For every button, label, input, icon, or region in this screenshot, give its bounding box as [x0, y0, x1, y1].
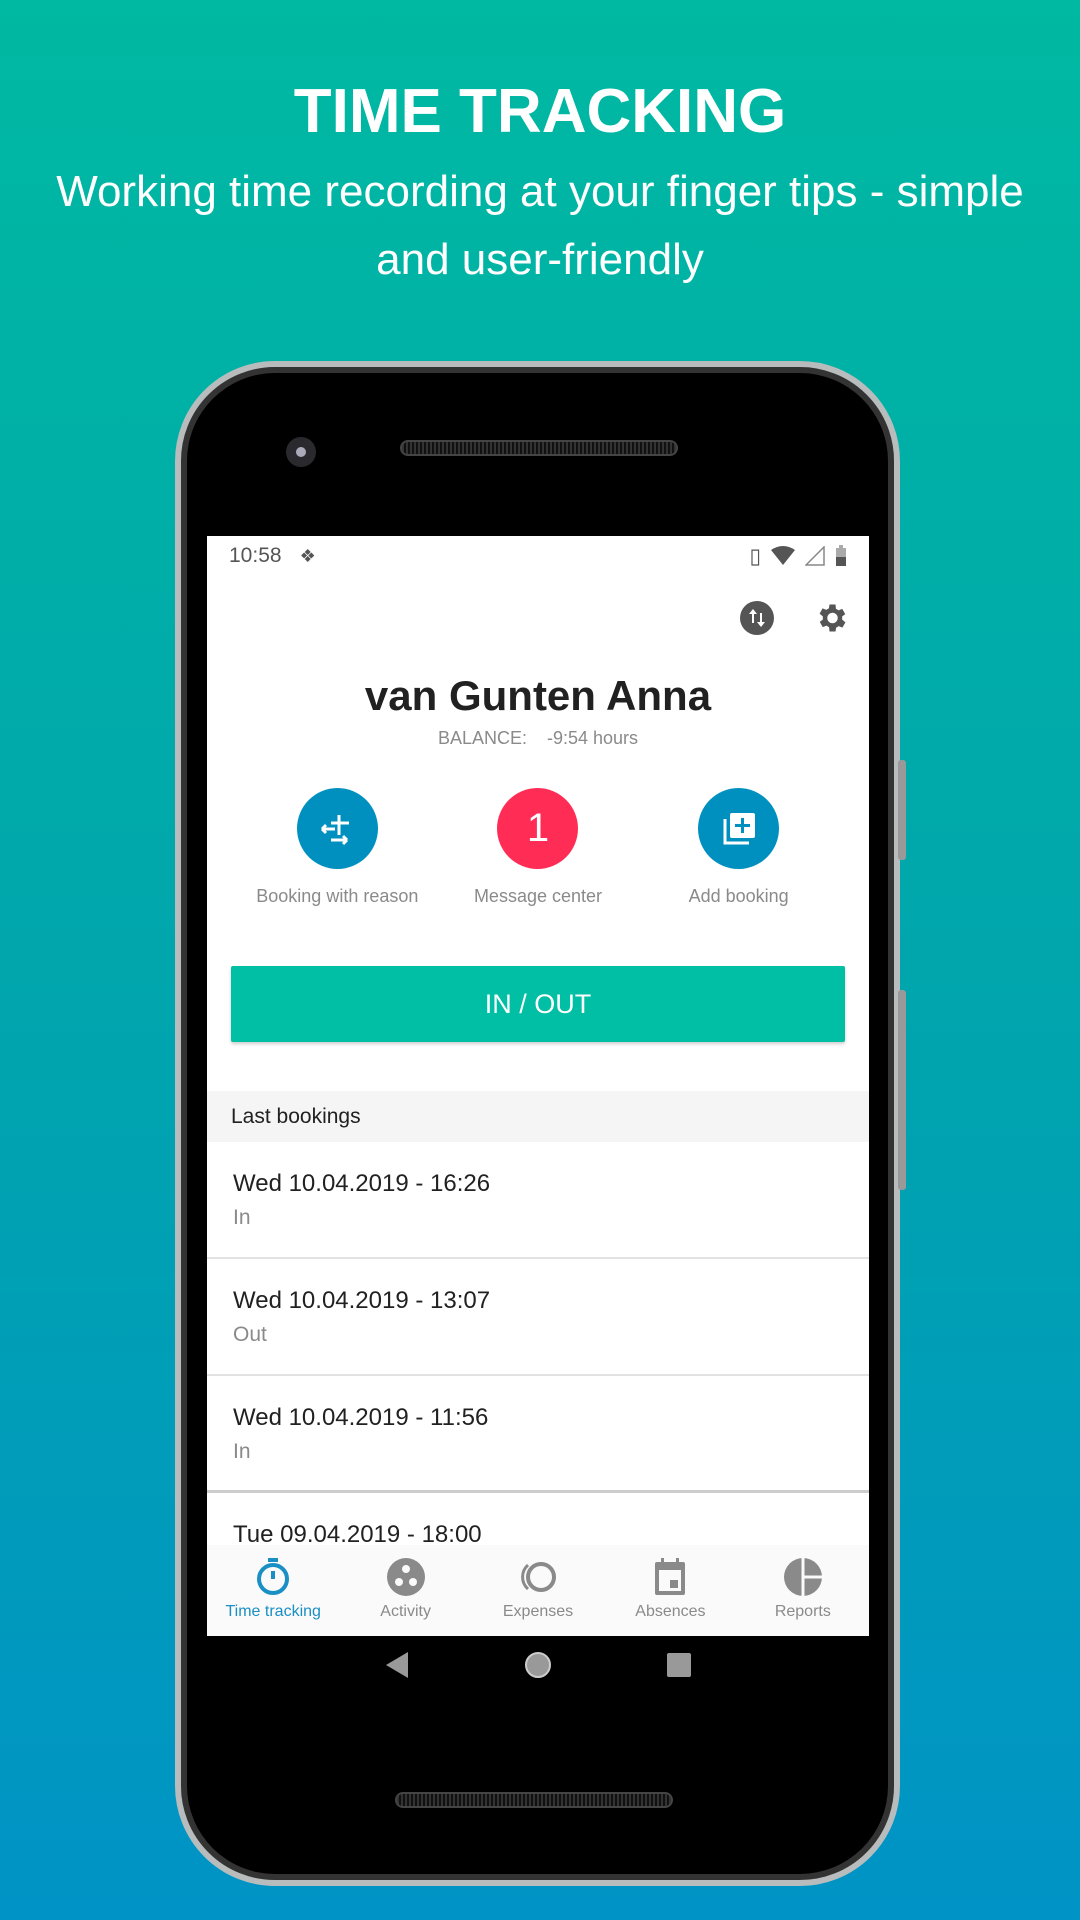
tab-absences[interactable]: Absences	[604, 1545, 736, 1636]
balance: BALANCE: -9:54 hours	[207, 728, 869, 749]
list-item[interactable]: Wed 10.04.2019 - 13:07 Out	[207, 1259, 869, 1376]
booking-type: Out	[233, 1323, 267, 1346]
bottom-nav: Time tracking Activity Expenses Absences…	[207, 1545, 869, 1636]
booking-date: Wed 10.04.2019 - 16:26	[233, 1170, 491, 1197]
sync-icon[interactable]	[739, 600, 775, 636]
tab-time-tracking[interactable]: Time tracking	[207, 1545, 339, 1636]
list-item[interactable]: Wed 10.04.2019 - 11:56 In	[207, 1376, 869, 1493]
calendar-icon	[655, 1558, 686, 1595]
back-icon[interactable]	[384, 1650, 410, 1680]
add-booking-icon	[698, 788, 780, 869]
tab-reports[interactable]: Reports	[737, 1545, 869, 1636]
bottom-speaker	[395, 1792, 673, 1808]
promo-subtitle: Working time recording at your finger ti…	[56, 167, 1024, 284]
add-booking-label: Add booking	[688, 886, 789, 906]
vibrate-icon: ▯	[749, 544, 761, 568]
recents-icon[interactable]	[666, 1650, 692, 1680]
booking-reason-icon	[296, 788, 378, 869]
expenses-icon	[521, 1562, 557, 1592]
status-bar: 10:58 ❖ ▯	[207, 536, 869, 576]
bookings-list: Wed 10.04.2019 - 16:26 In Wed 10.04.2019 …	[207, 1142, 869, 1610]
promo-title: TIME TRACKING	[293, 77, 787, 146]
tab-label: Reports	[774, 1603, 831, 1620]
tab-label: Absences	[635, 1603, 706, 1620]
in-out-button[interactable]: IN / OUT	[231, 966, 845, 1042]
tab-label: Expenses	[502, 1603, 574, 1620]
volume-button	[898, 990, 906, 1190]
tab-expenses[interactable]: Expenses	[472, 1545, 604, 1636]
last-bookings-header: Last bookings	[207, 1091, 869, 1142]
signal-icon	[805, 546, 825, 566]
balance-label: BALANCE:	[437, 728, 527, 748]
status-time: 10:58	[229, 544, 282, 567]
add-booking-button[interactable]: Add booking	[649, 788, 829, 908]
gear-icon[interactable]	[813, 600, 849, 636]
activity-icon	[386, 1558, 425, 1596]
tab-activity[interactable]: Activity	[339, 1545, 471, 1636]
front-camera	[286, 437, 316, 467]
tab-label: Time tracking	[225, 1603, 321, 1620]
dropbox-icon: ❖	[299, 545, 316, 566]
booking-type: In	[233, 1440, 251, 1463]
list-item[interactable]: Wed 10.04.2019 - 16:26 In	[207, 1142, 869, 1259]
user-name: van Gunten Anna	[364, 672, 712, 719]
message-count-badge: 1	[497, 788, 579, 869]
booking-type: In	[233, 1206, 251, 1229]
booking-date: Wed 10.04.2019 - 11:56	[233, 1404, 489, 1431]
pie-chart-icon	[783, 1557, 823, 1597]
wifi-icon	[771, 546, 795, 565]
booking-with-reason-button[interactable]: Booking with reason	[247, 788, 427, 908]
top-speaker	[400, 440, 678, 456]
booking-with-reason-label: Booking with reason	[256, 886, 419, 906]
booking-date: Wed 10.04.2019 - 13:07	[233, 1287, 491, 1314]
balance-value: -9:54 hours	[547, 728, 639, 748]
tab-label: Activity	[380, 1603, 431, 1620]
message-center-label: Message center	[473, 886, 603, 906]
home-icon[interactable]	[523, 1650, 553, 1680]
battery-charging-icon	[836, 545, 846, 566]
system-nav-bar	[207, 1650, 869, 1680]
stopwatch-icon	[257, 1558, 290, 1595]
power-button	[898, 760, 906, 860]
app-screen: 10:58 ❖ ▯ van Gunten Anna BALANCE: -9:54…	[207, 536, 869, 1636]
message-center-button[interactable]: 1 Message center	[448, 788, 628, 908]
